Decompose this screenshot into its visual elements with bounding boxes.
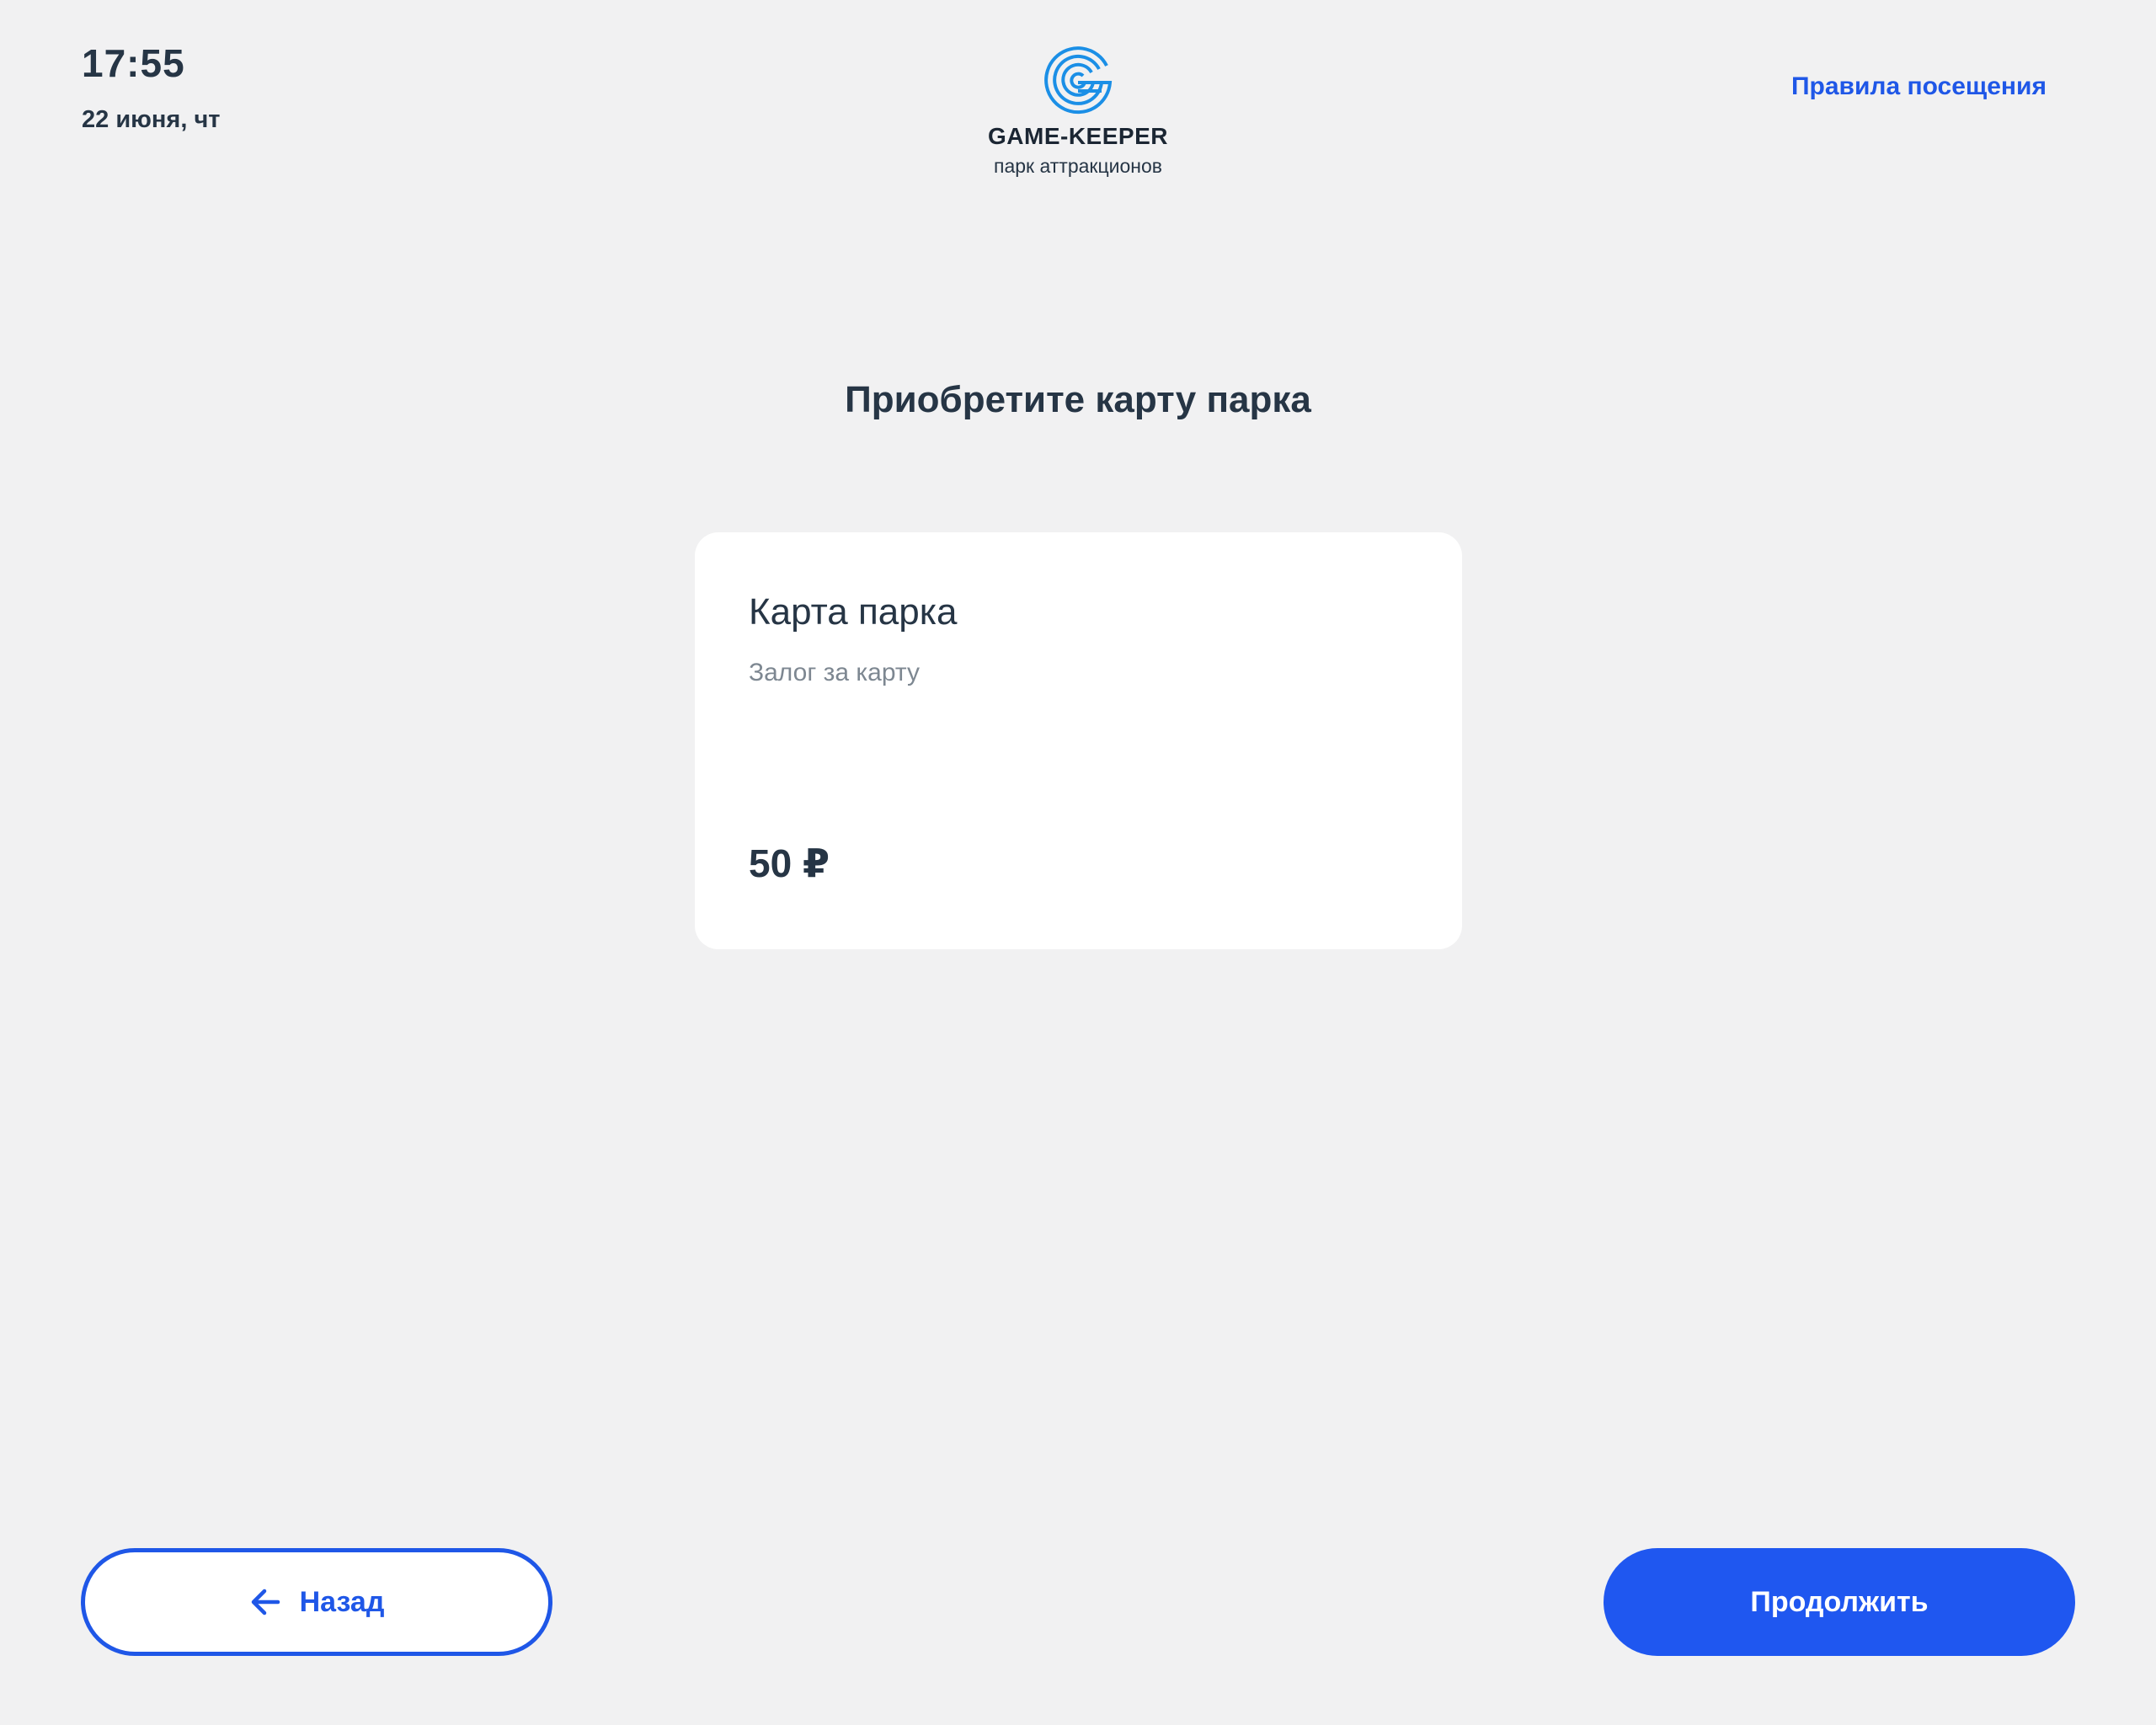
clock: 17:55 [82,41,185,85]
continue-button[interactable]: Продолжить [1604,1548,2075,1656]
logo: GAME-KEEPER парк аттракционов [952,35,1204,178]
continue-button-label: Продолжить [1750,1585,1929,1618]
logo-name: GAME-KEEPER [988,123,1168,149]
page-title: Приобретите карту парка [845,379,1311,420]
visit-rules-link[interactable]: Правила посещения [1791,72,2047,101]
card-price: 50 ₽ [749,841,830,885]
card-title: Карта парка [749,591,958,633]
card-subtitle: Залог за карту [749,659,920,686]
arrow-left-icon [251,1589,280,1616]
back-button[interactable]: Назад [81,1548,552,1656]
date: 22 июня, чт [82,106,221,133]
back-button-label: Назад [299,1585,385,1618]
park-card-option[interactable]: Карта парка Залог за карту 50 ₽ [695,532,1462,949]
logo-subtitle: парк аттракционов [993,155,1162,177]
game-keeper-logo-icon [1044,46,1113,115]
